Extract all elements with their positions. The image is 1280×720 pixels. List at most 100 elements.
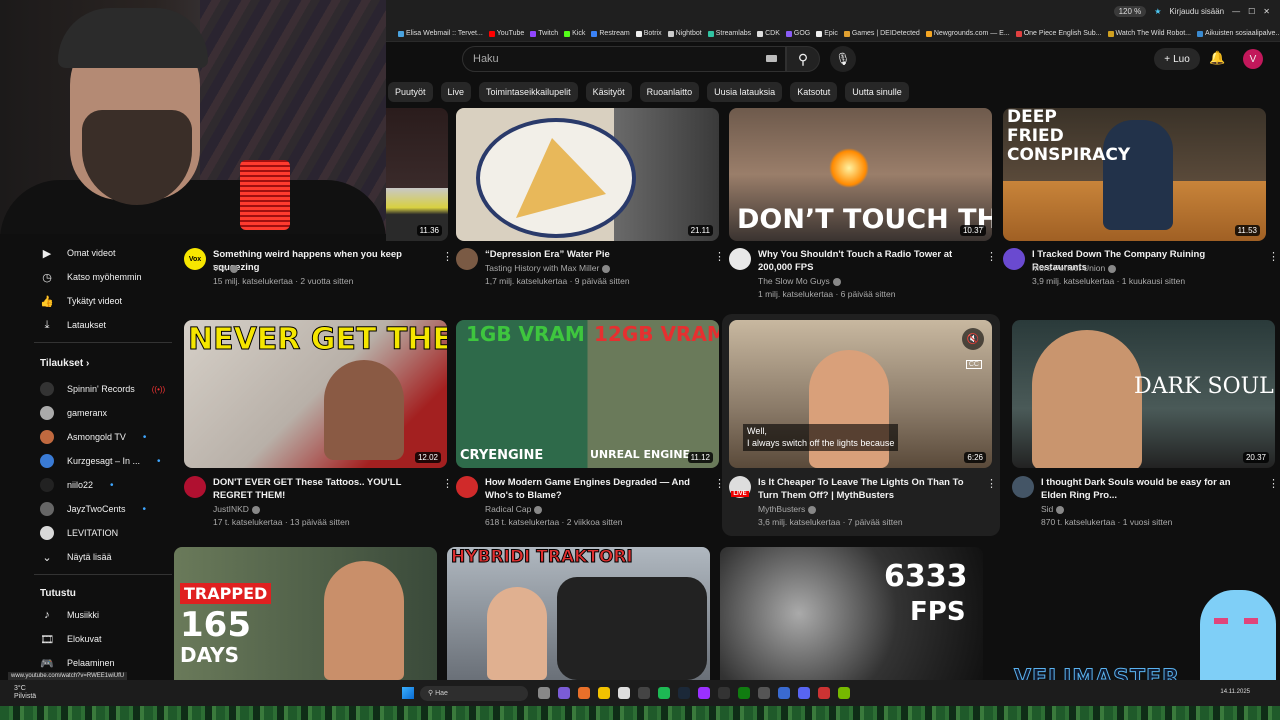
show-more-button[interactable]: ⌄ Näytä lisää bbox=[40, 550, 111, 564]
video-info[interactable]: I Tracked Down The Company Ruining Resta… bbox=[1003, 248, 1263, 298]
firefox-icon[interactable] bbox=[578, 687, 590, 699]
video-title[interactable]: Why You Shouldn't Touch a Radio Tower at… bbox=[758, 248, 973, 274]
mute-icon[interactable]: 🔇 bbox=[962, 328, 984, 350]
channel-name[interactable]: More Perfect Union bbox=[1032, 263, 1117, 273]
sidebar-item-watch-later[interactable]: ◷ Katso myöhemmin bbox=[40, 270, 141, 284]
bookmark-item[interactable]: Aikuisten sosiaalipalve... bbox=[1197, 30, 1280, 37]
channel-avatar[interactable] bbox=[1003, 248, 1025, 270]
video-title[interactable]: I thought Dark Souls would be easy for a… bbox=[1041, 476, 1256, 502]
clock[interactable]: 14.11.2025 bbox=[1220, 689, 1250, 695]
more-options-icon[interactable]: ⋮ bbox=[986, 477, 997, 490]
voice-search-button[interactable]: 🎙 bbox=[830, 46, 856, 72]
video-title[interactable]: Is It Cheaper To Leave The Lights On Tha… bbox=[758, 476, 973, 502]
captions-icon[interactable]: CC bbox=[965, 360, 982, 369]
video-title[interactable]: How Modern Game Engines Degraded — And W… bbox=[485, 476, 700, 502]
more-options-icon[interactable]: ⋮ bbox=[1268, 250, 1279, 263]
more-options-icon[interactable]: ⋮ bbox=[714, 477, 725, 490]
search-button[interactable]: ⚲ bbox=[786, 46, 820, 72]
filter-chip[interactable]: Käsityöt bbox=[585, 82, 632, 102]
more-options-icon[interactable]: ⋮ bbox=[714, 250, 725, 263]
video-thumbnail[interactable]: 1GB VRAM 12GB VRAM CRYENGINE UNREAL ENGI… bbox=[456, 320, 719, 468]
star-icon[interactable]: ★ bbox=[1154, 7, 1161, 16]
task-view-icon[interactable] bbox=[538, 687, 550, 699]
sidebar-item-subscription[interactable]: Kurzgesagt – In ... • bbox=[40, 454, 161, 468]
video-title[interactable]: “Depression Era” Water Pie bbox=[485, 248, 700, 261]
app-icon[interactable] bbox=[718, 687, 730, 699]
sidebar-item-music[interactable]: ♪ Musiikki bbox=[40, 608, 99, 622]
channel-avatar[interactable] bbox=[729, 248, 751, 270]
sidebar-item-subscription[interactable]: niilo22 • bbox=[40, 478, 114, 492]
channel-avatar[interactable] bbox=[184, 476, 206, 498]
sidebar-item-subscription[interactable]: Asmongold TV • bbox=[40, 430, 146, 444]
more-options-icon[interactable]: ⋮ bbox=[442, 477, 453, 490]
notifications-bell-icon[interactable]: 🔔 bbox=[1209, 50, 1225, 66]
video-info[interactable]: “Depression Era” Water Pie Tasting Histor… bbox=[456, 248, 716, 298]
discord-icon[interactable] bbox=[798, 687, 810, 699]
filter-chip[interactable]: Puutyöt bbox=[388, 82, 433, 102]
taskbar-search[interactable]: ⚲ Hae bbox=[420, 686, 528, 701]
channel-avatar[interactable] bbox=[1012, 476, 1034, 498]
filter-chip[interactable]: Live bbox=[440, 82, 472, 102]
bookmark-item[interactable]: Elisa Webmail :: Tervet... bbox=[398, 30, 483, 37]
filter-chip[interactable]: Uutta sinulle bbox=[845, 82, 909, 102]
app-icon[interactable] bbox=[698, 687, 710, 699]
bookmark-item[interactable]: One Piece English Sub... bbox=[1015, 30, 1102, 37]
channel-name[interactable]: Tasting History with Max Miller bbox=[485, 263, 611, 273]
bookmark-item[interactable]: CDK bbox=[757, 30, 780, 37]
video-info[interactable]: DON'T EVER GET These Tattoos.. YOU'LL RE… bbox=[184, 476, 444, 527]
store-icon[interactable] bbox=[618, 687, 630, 699]
bookmark-item[interactable]: Nightbot bbox=[667, 30, 702, 37]
more-options-icon[interactable]: ⋮ bbox=[1268, 477, 1279, 490]
filter-chip[interactable]: Toimintaseikkailupelit bbox=[479, 82, 578, 102]
app-icon[interactable] bbox=[818, 687, 830, 699]
video-title[interactable]: DON'T EVER GET These Tattoos.. YOU'LL RE… bbox=[213, 476, 428, 502]
sidebar-item-downloads[interactable]: ⤓ Lataukset bbox=[40, 318, 106, 332]
channel-name[interactable]: The Slow Mo Guys bbox=[758, 276, 841, 286]
video-info[interactable]: Why You Shouldn't Touch a Radio Tower at… bbox=[729, 248, 989, 299]
bookmark-item[interactable]: Botrix bbox=[635, 30, 662, 37]
channel-avatar[interactable]: LIVE bbox=[729, 476, 751, 498]
search-input[interactable]: Haku bbox=[462, 46, 786, 72]
channel-name[interactable]: MythBusters bbox=[758, 504, 817, 514]
keyboard-icon[interactable] bbox=[766, 55, 777, 62]
bookmark-item[interactable]: YouTube bbox=[488, 30, 524, 37]
channel-avatar[interactable] bbox=[456, 476, 478, 498]
video-info[interactable]: LIVE Is It Cheaper To Leave The Lights On… bbox=[729, 476, 989, 527]
app-icon[interactable] bbox=[758, 687, 770, 699]
bookmark-item[interactable]: Twitch bbox=[530, 30, 558, 37]
weather-widget[interactable]: 3°C Pilvistä bbox=[14, 685, 36, 701]
video-thumbnail[interactable]: 21.11 bbox=[456, 108, 719, 241]
video-info[interactable]: I thought Dark Souls would be easy for a… bbox=[1012, 476, 1272, 527]
video-info[interactable]: Vox Something weird happens when you keep… bbox=[184, 248, 444, 298]
filter-chip[interactable]: Katsotut bbox=[790, 82, 838, 102]
obs-icon[interactable] bbox=[638, 687, 650, 699]
video-thumbnail[interactable]: DARK SOULS 20.37 bbox=[1012, 320, 1275, 468]
nvidia-icon[interactable] bbox=[838, 687, 850, 699]
channel-name[interactable]: Radical Cap bbox=[485, 504, 543, 514]
close-icon[interactable]: ✕ bbox=[1263, 7, 1270, 16]
sidebar-item-subscription[interactable]: Spinnin' Records ((•)) bbox=[40, 382, 165, 396]
channel-name[interactable]: JustINKD bbox=[213, 504, 260, 514]
sidebar-item-movies[interactable]: 🎞 Elokuvat bbox=[40, 632, 102, 646]
channel-avatar[interactable]: Vox bbox=[184, 248, 206, 270]
video-thumbnail[interactable]: 6333 FPS bbox=[720, 547, 983, 680]
bookmark-item[interactable]: Newgrounds.com — E... bbox=[925, 30, 1010, 37]
windows-start-icon[interactable] bbox=[402, 687, 414, 699]
sidebar-item-subscription[interactable]: JayzTwoCents • bbox=[40, 502, 146, 516]
minimize-icon[interactable]: — bbox=[1232, 7, 1240, 16]
sidebar-item-gaming[interactable]: 🎮 Pelaaminen bbox=[40, 656, 114, 670]
more-options-icon[interactable]: ⋮ bbox=[442, 250, 453, 263]
bookmark-item[interactable]: Games | DEIDetected bbox=[843, 30, 920, 37]
video-title[interactable]: Something weird happens when you keep sq… bbox=[213, 248, 428, 274]
bookmark-item[interactable]: Watch The Wild Robot... bbox=[1107, 30, 1191, 37]
bookmark-item[interactable]: Kick bbox=[564, 30, 585, 37]
avatar[interactable]: V bbox=[1243, 49, 1263, 69]
video-thumbnail[interactable]: DEEP FRIED CONSPIRACY 11.53 bbox=[1003, 108, 1266, 241]
bookmark-item[interactable]: Streamlabs bbox=[707, 30, 751, 37]
video-thumbnail[interactable]: HYBRIDI TRAKTORI bbox=[447, 547, 710, 680]
sidebar-item-subscription[interactable]: LEVITATION bbox=[40, 526, 118, 540]
channel-name[interactable]: Vox bbox=[213, 263, 239, 273]
more-options-icon[interactable]: ⋮ bbox=[986, 250, 997, 263]
steam-icon[interactable] bbox=[678, 687, 690, 699]
sidebar-item-subscription[interactable]: gameranx bbox=[40, 406, 107, 420]
